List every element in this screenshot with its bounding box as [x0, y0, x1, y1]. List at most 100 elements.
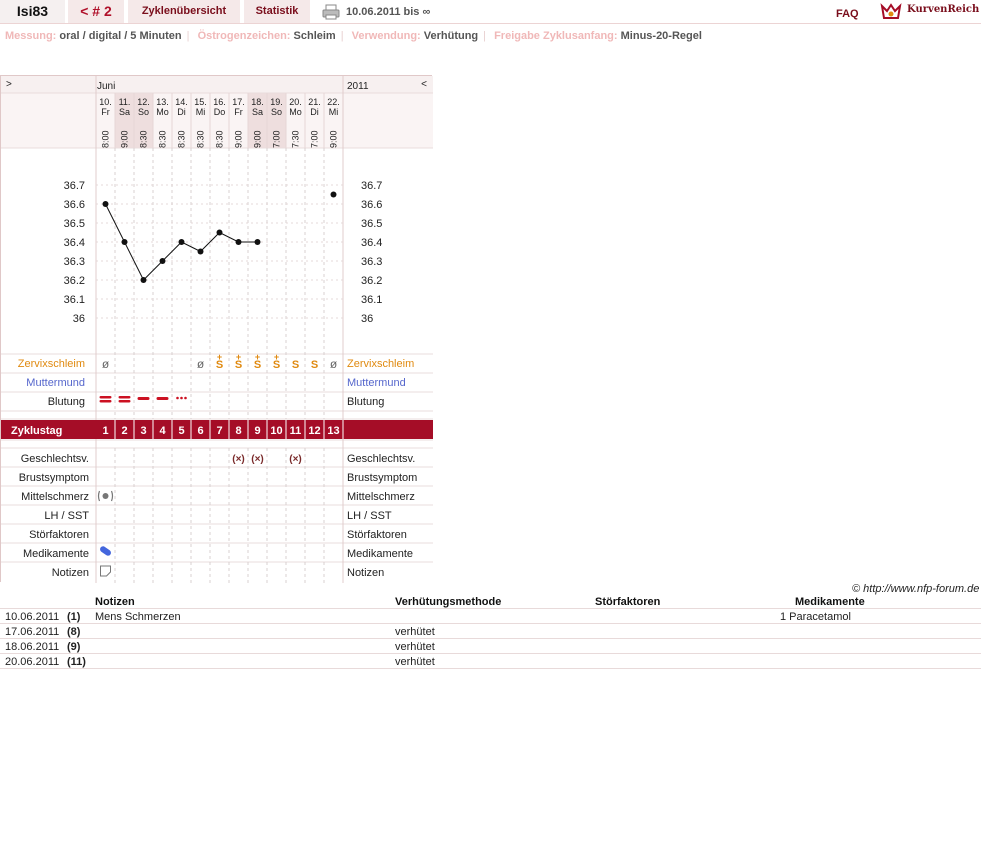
mucus-s-symbol: S [292, 359, 299, 371]
notes-table-row: 10.06.2011 (1) Mens Schmerzen 1 Paracetamol [0, 609, 981, 624]
y-tick-label-left: 36.3 [64, 256, 85, 268]
mucus-s-symbol: S [311, 359, 318, 371]
row-label-right-mittelschmerz: Mittelschmerz [347, 491, 415, 503]
date-label: 10. [99, 97, 112, 107]
cycle-day-number: 6 [197, 425, 203, 437]
row-label-lh: LH / SST [44, 510, 89, 522]
y-tick-label-left: 36.7 [64, 180, 85, 192]
row-label-brust: Brustsymptom [19, 472, 89, 484]
row-date: 17.06.2011 [5, 626, 60, 638]
month-label: Juni [97, 81, 115, 92]
cycle-day-number: 13 [327, 425, 339, 437]
measurement-value: oral / digital / 5 Minuten [59, 30, 182, 42]
cycle-start-rule-label: Freigabe Zyklusanfang: [494, 30, 618, 42]
cycle-day-number: 9 [254, 425, 260, 437]
mucus-plus-symbol: + [274, 352, 279, 362]
time-label: 8:30 [139, 130, 149, 148]
prev-arrow: > [6, 79, 12, 90]
method-column-header: Verhütungsmethode [395, 596, 502, 608]
row-label-right-lh: LH / SST [347, 510, 392, 522]
bleeding-label-right: Blutung [347, 396, 384, 408]
weekday-label: Mo [156, 107, 169, 117]
notes-header-row: Notizen Verhütungsmethode Störfaktoren Medi… [0, 594, 981, 609]
y-tick-label-left: 36.2 [64, 275, 85, 287]
row-label-notizen: Notizen [52, 567, 89, 579]
row-label-right-brust: Brustsymptom [347, 472, 417, 484]
date-range: 10.06.2011 bis ∞ [346, 6, 431, 18]
date-label: 16. [213, 97, 226, 107]
temperature-point [254, 239, 261, 245]
date-label: 15. [194, 97, 207, 107]
mucus-plus-symbol: + [255, 352, 260, 362]
notes-table-row: 18.06.2011 (9) verhütet [0, 639, 981, 654]
date-label: 19. [270, 97, 283, 107]
weekday-label: Sa [119, 107, 130, 117]
date-label: 13. [156, 97, 169, 107]
cycle-chart-canvas: 36.7 36.7 36.6 36.6 36.5 36.5 36.4 36.4 36.3 36.3… [1, 76, 433, 583]
y-tick-label-right: 36.4 [361, 237, 382, 249]
cycle-chart: 36.7 36.7 36.6 36.6 36.5 36.5 36.4 36.4 36.3 36.3… [0, 75, 433, 583]
y-tick-label-left: 36.5 [64, 218, 85, 230]
tab-cycle-overview[interactable]: Zyklenübersicht [128, 0, 240, 23]
printer-icon[interactable] [322, 4, 340, 20]
row-label-stoer: Störfaktoren [29, 529, 89, 541]
usage-label: Verwendung: [351, 30, 421, 42]
row-cycle-day: (9) [67, 641, 81, 653]
weekday-label: Mo [289, 107, 302, 117]
row-cycle-day: (1) [67, 611, 81, 623]
tab-statistics[interactable]: Statistik [244, 0, 310, 23]
intercourse-mark: (×) [251, 454, 264, 465]
row-label-right-stoer: Störfaktoren [347, 529, 407, 541]
date-label: 14. [175, 97, 188, 107]
row-method: verhütet [395, 626, 435, 638]
y-tick-label-right: 36.6 [361, 199, 382, 211]
cycle-day-number: 8 [235, 425, 241, 437]
time-label: 9:00 [234, 130, 244, 148]
date-label: 17. [232, 97, 245, 107]
weekday-label: Mi [196, 107, 206, 117]
user-name-tab[interactable]: Isi83 [0, 0, 65, 23]
previous-cycle-tab[interactable]: < # 2 [68, 0, 124, 23]
row-label-right-geschlechtsv: Geschlechtsv. [347, 453, 415, 465]
date-label: 21. [308, 97, 321, 107]
settings-bar: Messung: oral / digital / 5 Minuten | Öst… [5, 30, 702, 42]
weekday-label: Fr [234, 107, 243, 117]
cycle-day-number: 12 [308, 425, 320, 437]
weekday-label: Do [214, 107, 226, 117]
weekday-label: Sa [252, 107, 263, 117]
y-tick-label-right: 36.1 [361, 294, 382, 306]
row-label-geschlechtsv: Geschlechtsv. [21, 453, 89, 465]
cycle-day-number: 4 [159, 425, 166, 437]
logo-text[interactable]: KurvenReich [907, 4, 979, 15]
next-arrow: < [421, 79, 427, 90]
cycle-day-number: 5 [178, 425, 184, 437]
usage-value: Verhütung [423, 30, 479, 42]
cycle-day-number: 1 [102, 425, 108, 437]
date-label: 11. [119, 97, 131, 107]
time-label: 9:00 [329, 130, 339, 148]
cycle-day-number: 3 [140, 425, 146, 437]
time-label: 7:00 [272, 130, 282, 148]
bleeding-medium-mark [156, 397, 169, 400]
kurvenreich-logo-icon[interactable] [880, 2, 902, 20]
y-tick-label-right: 36.2 [361, 275, 382, 287]
row-date: 18.06.2011 [5, 641, 60, 653]
row-medication: 1 Paracetamol [780, 611, 851, 623]
top-bar: Isi83 < # 2 Zyklenübersicht Statistik 10… [0, 0, 981, 24]
mucus-plus-symbol: + [236, 352, 241, 362]
measurement-label: Messung: [5, 30, 57, 42]
cycle-day-number: 7 [216, 425, 222, 437]
date-label: 12. [137, 97, 150, 107]
mucus-none-symbol: ø [330, 357, 338, 371]
row-label-medi: Medikamente [23, 548, 89, 560]
date-label: 22. [327, 97, 340, 107]
y-tick-label-right: 36.5 [361, 218, 382, 230]
temperature-point [159, 258, 166, 264]
time-label: 9:00 [120, 130, 130, 148]
bleeding-medium-mark [137, 397, 150, 400]
row-label-mittelschmerz: Mittelschmerz [21, 491, 89, 503]
faq-link[interactable]: FAQ [836, 8, 859, 20]
time-label: 8:30 [177, 130, 187, 148]
intercourse-mark: (×) [232, 454, 245, 465]
bleeding-heavy-mark [118, 400, 131, 403]
